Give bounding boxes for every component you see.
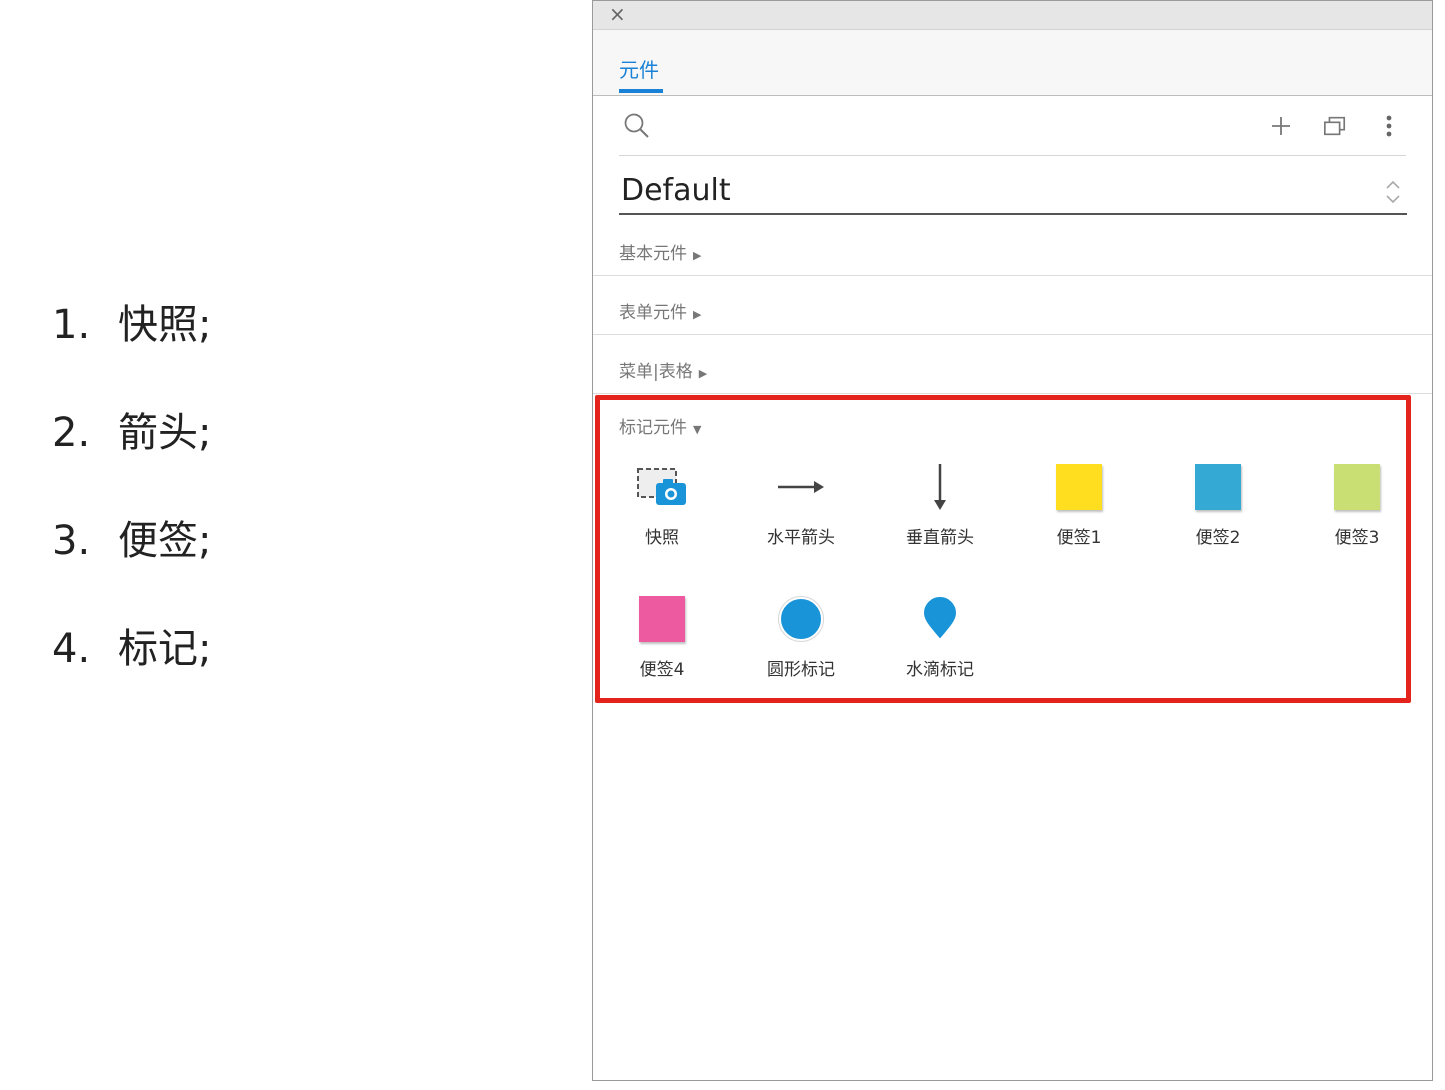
widget-label: 水平箭头 <box>767 528 835 548</box>
annotation-number: 4. <box>52 626 91 672</box>
section-marker-widgets: 标记元件 ▼ 快照 水平箭头 垂直箭头 便签1 便签2 便签3 便签4 圆形标记… <box>593 395 1432 705</box>
annotation-text: 快照; <box>118 302 212 348</box>
sticky-note-icon <box>1056 464 1102 510</box>
caret-right-icon: ▶ <box>693 308 702 321</box>
section-header-markers[interactable]: 标记元件 ▼ <box>619 413 701 438</box>
section-label: 标记元件 <box>619 418 687 438</box>
widget-vertical-arrow[interactable]: 垂直箭头 <box>890 457 990 548</box>
widget-drop-marker[interactable]: 水滴标记 <box>890 589 990 680</box>
library-name: Default <box>621 173 731 208</box>
widget-label: 便签2 <box>1195 528 1241 548</box>
widget-label: 便签3 <box>1334 528 1380 548</box>
annotation-number: 2. <box>52 410 91 456</box>
widget-label: 圆形标记 <box>767 660 835 680</box>
library-select[interactable]: Default <box>619 169 1407 215</box>
widget-label: 快照 <box>645 528 679 548</box>
chevron-updown-icon <box>1385 177 1401 207</box>
vertical-arrow-icon <box>890 457 990 517</box>
widgets-panel: × 元件 Default 基本元件 ▶ 表单元件 ▶ 菜单|表格 ▶ 标记元件 … <box>592 0 1433 1081</box>
widget-horizontal-arrow[interactable]: 水平箭头 <box>751 457 851 548</box>
panel-toolbar <box>593 96 1432 156</box>
close-icon[interactable]: × <box>609 3 626 25</box>
widget-label: 便签1 <box>1056 528 1102 548</box>
section-label: 基本元件 <box>619 244 687 264</box>
sticky-note-icon <box>1195 464 1241 510</box>
snapshot-icon <box>612 457 712 517</box>
section-menu-table[interactable]: 菜单|表格 ▶ <box>593 335 1432 394</box>
sticky-note-icon <box>639 596 685 642</box>
widget-label: 垂直箭头 <box>906 528 974 548</box>
annotation-text: 便签; <box>118 518 212 564</box>
caret-right-icon: ▶ <box>693 249 702 262</box>
tab-widgets[interactable]: 元件 <box>619 54 663 93</box>
annotation-item: 3. 便签; <box>52 516 211 624</box>
section-form-widgets[interactable]: 表单元件 ▶ <box>593 276 1432 335</box>
annotation-item: 4. 标记; <box>52 624 211 732</box>
widget-circle-marker[interactable]: 圆形标记 <box>751 589 851 680</box>
search-icon[interactable] <box>623 112 651 140</box>
add-library-icon[interactable] <box>1269 114 1293 138</box>
widget-sticky-1[interactable]: 便签1 <box>1029 457 1129 548</box>
tab-bar: 元件 <box>593 30 1432 96</box>
panel-titlebar: × <box>593 1 1432 30</box>
caret-down-icon: ▼ <box>693 423 702 436</box>
annotation-item: 1. 快照; <box>52 300 211 408</box>
section-basic-widgets[interactable]: 基本元件 ▶ <box>593 217 1432 276</box>
widget-sticky-4[interactable]: 便签4 <box>612 589 712 680</box>
widget-label: 便签4 <box>639 660 685 680</box>
section-label: 表单元件 <box>619 303 687 323</box>
annotation-number: 1. <box>52 302 91 348</box>
sticky-note-icon <box>1334 464 1380 510</box>
annotation-item: 2. 箭头; <box>52 408 211 516</box>
annotation-text: 箭头; <box>118 410 212 456</box>
section-label: 菜单|表格 <box>619 362 693 382</box>
annotation-text: 标记; <box>118 626 212 672</box>
circle-marker-icon <box>751 589 851 649</box>
widget-label: 水滴标记 <box>906 660 974 680</box>
annotation-number: 3. <box>52 518 91 564</box>
widget-sticky-3[interactable]: 便签3 <box>1307 457 1407 548</box>
drop-marker-icon <box>890 589 990 649</box>
toolbar-divider <box>619 155 1406 156</box>
widget-sticky-2[interactable]: 便签2 <box>1168 457 1268 548</box>
more-options-icon[interactable] <box>1377 114 1401 138</box>
annotation-list: 1. 快照; 2. 箭头; 3. 便签; 4. 标记; <box>52 300 211 732</box>
widget-snapshot[interactable]: 快照 <box>612 457 712 548</box>
horizontal-arrow-icon <box>751 457 851 517</box>
caret-right-icon: ▶ <box>698 367 708 380</box>
window-popout-icon[interactable] <box>1323 114 1347 138</box>
